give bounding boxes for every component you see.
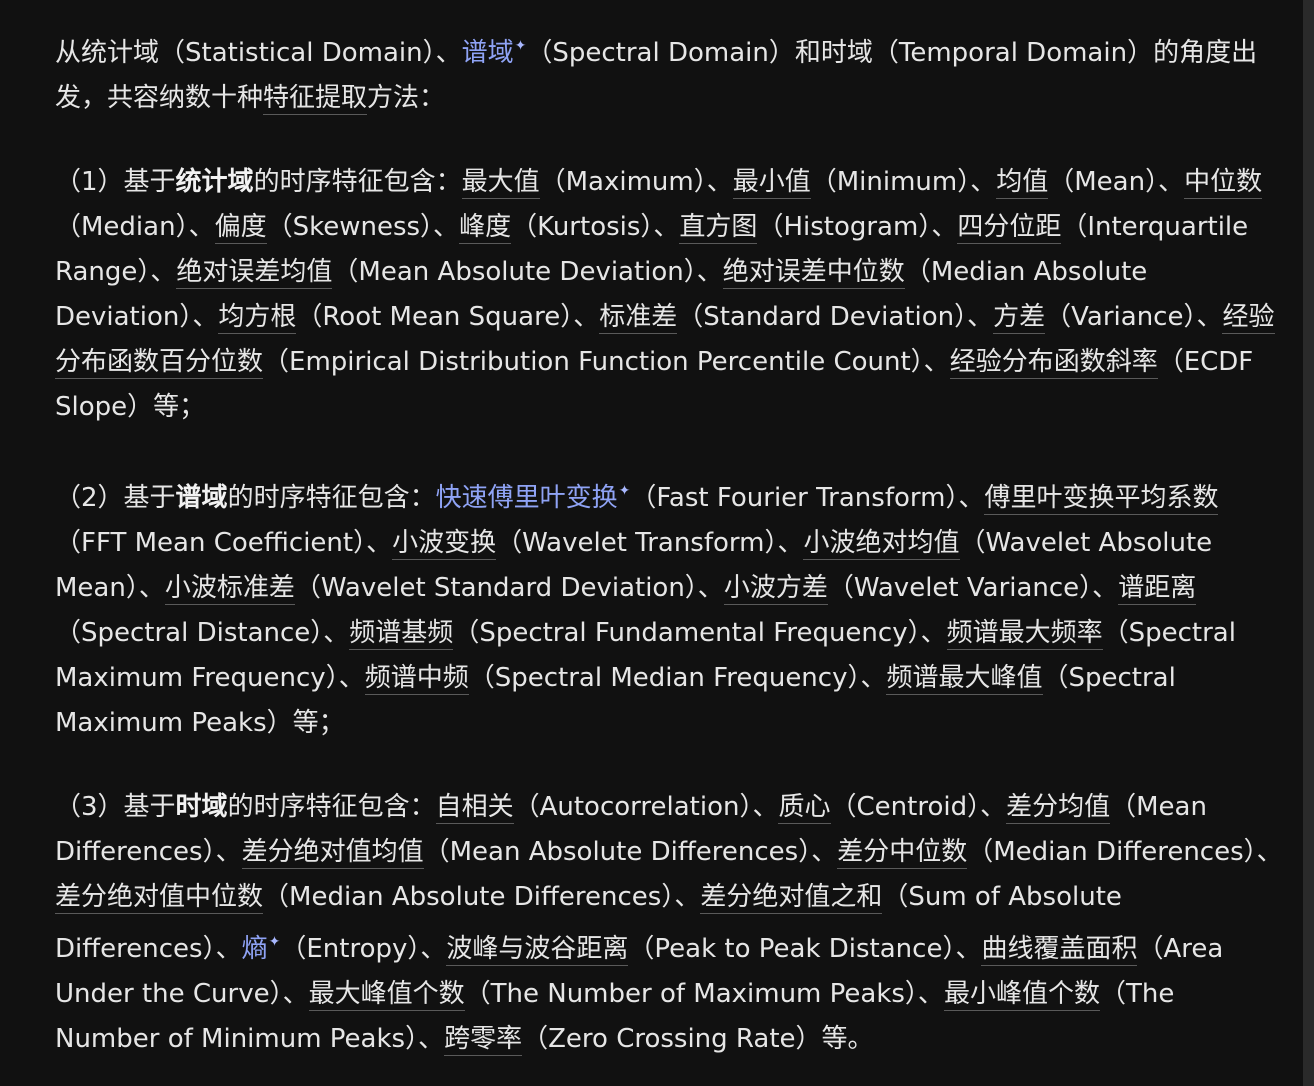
scrollbar[interactable] <box>1303 0 1314 1086</box>
feature-desc: （Median Absolute Differences）、 <box>263 882 701 912</box>
feature-desc: （Centroid）、 <box>830 792 1007 822</box>
feature-list: 最大值（Maximum）、最小值（Minimum）、均值（Mean）、中位数 （M… <box>55 167 1275 422</box>
feature-term[interactable]: 标准差 <box>599 302 678 334</box>
feature-term[interactable]: 峰度 <box>459 212 512 244</box>
para-mid: 的时序特征包含： <box>253 167 462 197</box>
feature-term[interactable]: 最小峰值个数 <box>943 979 1100 1011</box>
feature-term[interactable]: 差分绝对值之和 <box>700 882 883 914</box>
feature-term[interactable]: 方差 <box>993 302 1046 334</box>
feature-desc: （Skewness）、 <box>266 212 460 242</box>
feature-term[interactable]: 绝对误差中位数 <box>722 257 905 289</box>
sparkle-icon[interactable]: ✦ <box>619 483 631 499</box>
feature-desc: （Maximum）、 <box>539 167 733 197</box>
feature-desc: （Kurtosis）、 <box>511 212 680 242</box>
feature-desc: （Mean）、 <box>1048 167 1185 197</box>
feature-term[interactable]: 小波标准差 <box>164 573 295 605</box>
feature-desc: （Zero Crossing Rate）等。 <box>522 1024 874 1054</box>
term-feature-extraction[interactable]: 特征提取 <box>263 83 368 115</box>
intro-text-3: 方法： <box>367 83 446 113</box>
bold-domain: 统计域 <box>175 167 254 197</box>
feature-term[interactable]: 自相关 <box>435 792 514 824</box>
feature-term[interactable]: 四分位距 <box>957 212 1062 244</box>
feature-desc: （Histogram）、 <box>757 212 958 242</box>
feature-desc: （Mean Absolute Differences）、 <box>423 837 838 867</box>
feature-term[interactable]: 频谱最大频率 <box>946 618 1103 650</box>
link-fft[interactable]: 快速傅里叶变换 <box>436 483 618 513</box>
feature-desc: （Empirical Distribution Function Percent… <box>263 347 950 377</box>
feature-desc: （Variance）、 <box>1045 302 1223 332</box>
feature-term[interactable]: 跨零率 <box>444 1024 523 1056</box>
feature-term[interactable]: 最小值 <box>732 167 811 199</box>
feature-term[interactable]: 小波绝对均值 <box>803 528 960 560</box>
feature-term[interactable]: 差分绝对值中位数 <box>55 882 264 914</box>
bold-domain: 谱域 <box>175 483 228 513</box>
feature-term[interactable]: 频谱最大峰值 <box>886 663 1043 695</box>
feature-term[interactable]: 频谱基频 <box>349 618 454 650</box>
feature-desc: （Wavelet Standard Deviation）、 <box>294 573 724 603</box>
feature-term[interactable]: 最大峰值个数 <box>308 979 465 1011</box>
feature-term[interactable]: 小波变换 <box>392 528 497 560</box>
feature-desc: （Wavelet Transform）、 <box>496 528 804 558</box>
feature-term[interactable]: 偏度 <box>214 212 267 244</box>
para-mid: 的时序特征包含： <box>227 483 436 513</box>
feature-term[interactable]: 最大值 <box>461 167 540 199</box>
article-body: 从统计域（Statistical Domain）、谱域✦（Spectral Do… <box>55 24 1287 1062</box>
feature-term[interactable]: 波峰与波谷距离 <box>446 934 629 966</box>
feature-desc: （Root Mean Square）、 <box>296 302 600 332</box>
feature-desc: （Spectral Median Frequency）、 <box>468 663 887 693</box>
feature-term[interactable]: 傅里叶变换平均系数 <box>984 483 1219 515</box>
feature-term[interactable]: 差分中位数 <box>837 837 968 869</box>
temporal-paragraph: （3）基于时域的时序特征包含：自相关（Autocorrelation）、质心（C… <box>55 785 1287 1062</box>
statistical-paragraph: （1）基于统计域的时序特征包含：最大值（Maximum）、最小值（Minimum… <box>55 160 1287 430</box>
feature-term[interactable]: 均值 <box>996 167 1049 199</box>
feature-term[interactable]: 谱距离 <box>1118 573 1197 605</box>
feature-term[interactable]: 差分绝对值均值 <box>241 837 424 869</box>
feature-desc: （The Number of Maximum Peaks）、 <box>464 979 944 1009</box>
feature-term[interactable]: 经验分布函数斜率 <box>949 347 1158 379</box>
feature-term[interactable]: 小波方差 <box>723 573 828 605</box>
para-mid: 的时序特征包含： <box>227 792 436 822</box>
feature-desc: （Spectral Distance）、 <box>55 618 350 648</box>
spectral-paragraph: （2）基于谱域的时序特征包含：快速傅里叶变换✦（Fast Fourier Tra… <box>55 469 1287 746</box>
para-prefix: （1）基于 <box>55 167 176 197</box>
fft-desc: （Fast Fourier Transform）、 <box>630 483 985 513</box>
feature-desc: （Median）、 <box>55 212 215 242</box>
link-entropy[interactable]: 熵 <box>242 934 268 964</box>
feature-desc: （Minimum）、 <box>810 167 997 197</box>
feature-term[interactable]: 曲线覆盖面积 <box>981 934 1138 966</box>
feature-term[interactable]: 直方图 <box>679 212 758 244</box>
sparkle-icon[interactable]: ✦ <box>269 934 281 950</box>
intro-paragraph: 从统计域（Statistical Domain）、谱域✦（Spectral Do… <box>55 24 1287 121</box>
feature-desc: （Standard Deviation）、 <box>677 302 994 332</box>
para-prefix: （2）基于 <box>55 483 176 513</box>
link-spectral-domain[interactable]: 谱域 <box>462 38 514 68</box>
feature-term[interactable]: 中位数 <box>1184 167 1263 199</box>
feature-list: 傅里叶变换平均系数（FFT Mean Coefficient）、小波变换（Wav… <box>55 483 1236 738</box>
feature-desc: （Peak to Peak Distance）、 <box>628 934 982 964</box>
sparkle-icon[interactable]: ✦ <box>515 38 527 54</box>
feature-term[interactable]: 均方根 <box>218 302 297 334</box>
entropy-desc: （Entropy）、 <box>280 934 447 964</box>
feature-desc: （FFT Mean Coefficient）、 <box>55 528 393 558</box>
feature-desc: （Mean Absolute Deviation）、 <box>332 257 723 287</box>
feature-desc: （Autocorrelation）、 <box>513 792 779 822</box>
feature-term[interactable]: 绝对误差均值 <box>176 257 333 289</box>
feature-desc: （Median Differences）、 <box>967 837 1283 867</box>
bold-domain: 时域 <box>175 792 228 822</box>
feature-desc: （Spectral Fundamental Frequency）、 <box>453 618 947 648</box>
feature-term[interactable]: 质心 <box>778 792 831 824</box>
feature-desc: （Wavelet Variance）、 <box>827 573 1119 603</box>
para-prefix: （3）基于 <box>55 792 176 822</box>
feature-term[interactable]: 差分均值 <box>1006 792 1111 824</box>
intro-text-1: 从统计域（Statistical Domain）、 <box>55 38 462 68</box>
feature-term[interactable]: 频谱中频 <box>364 663 469 695</box>
